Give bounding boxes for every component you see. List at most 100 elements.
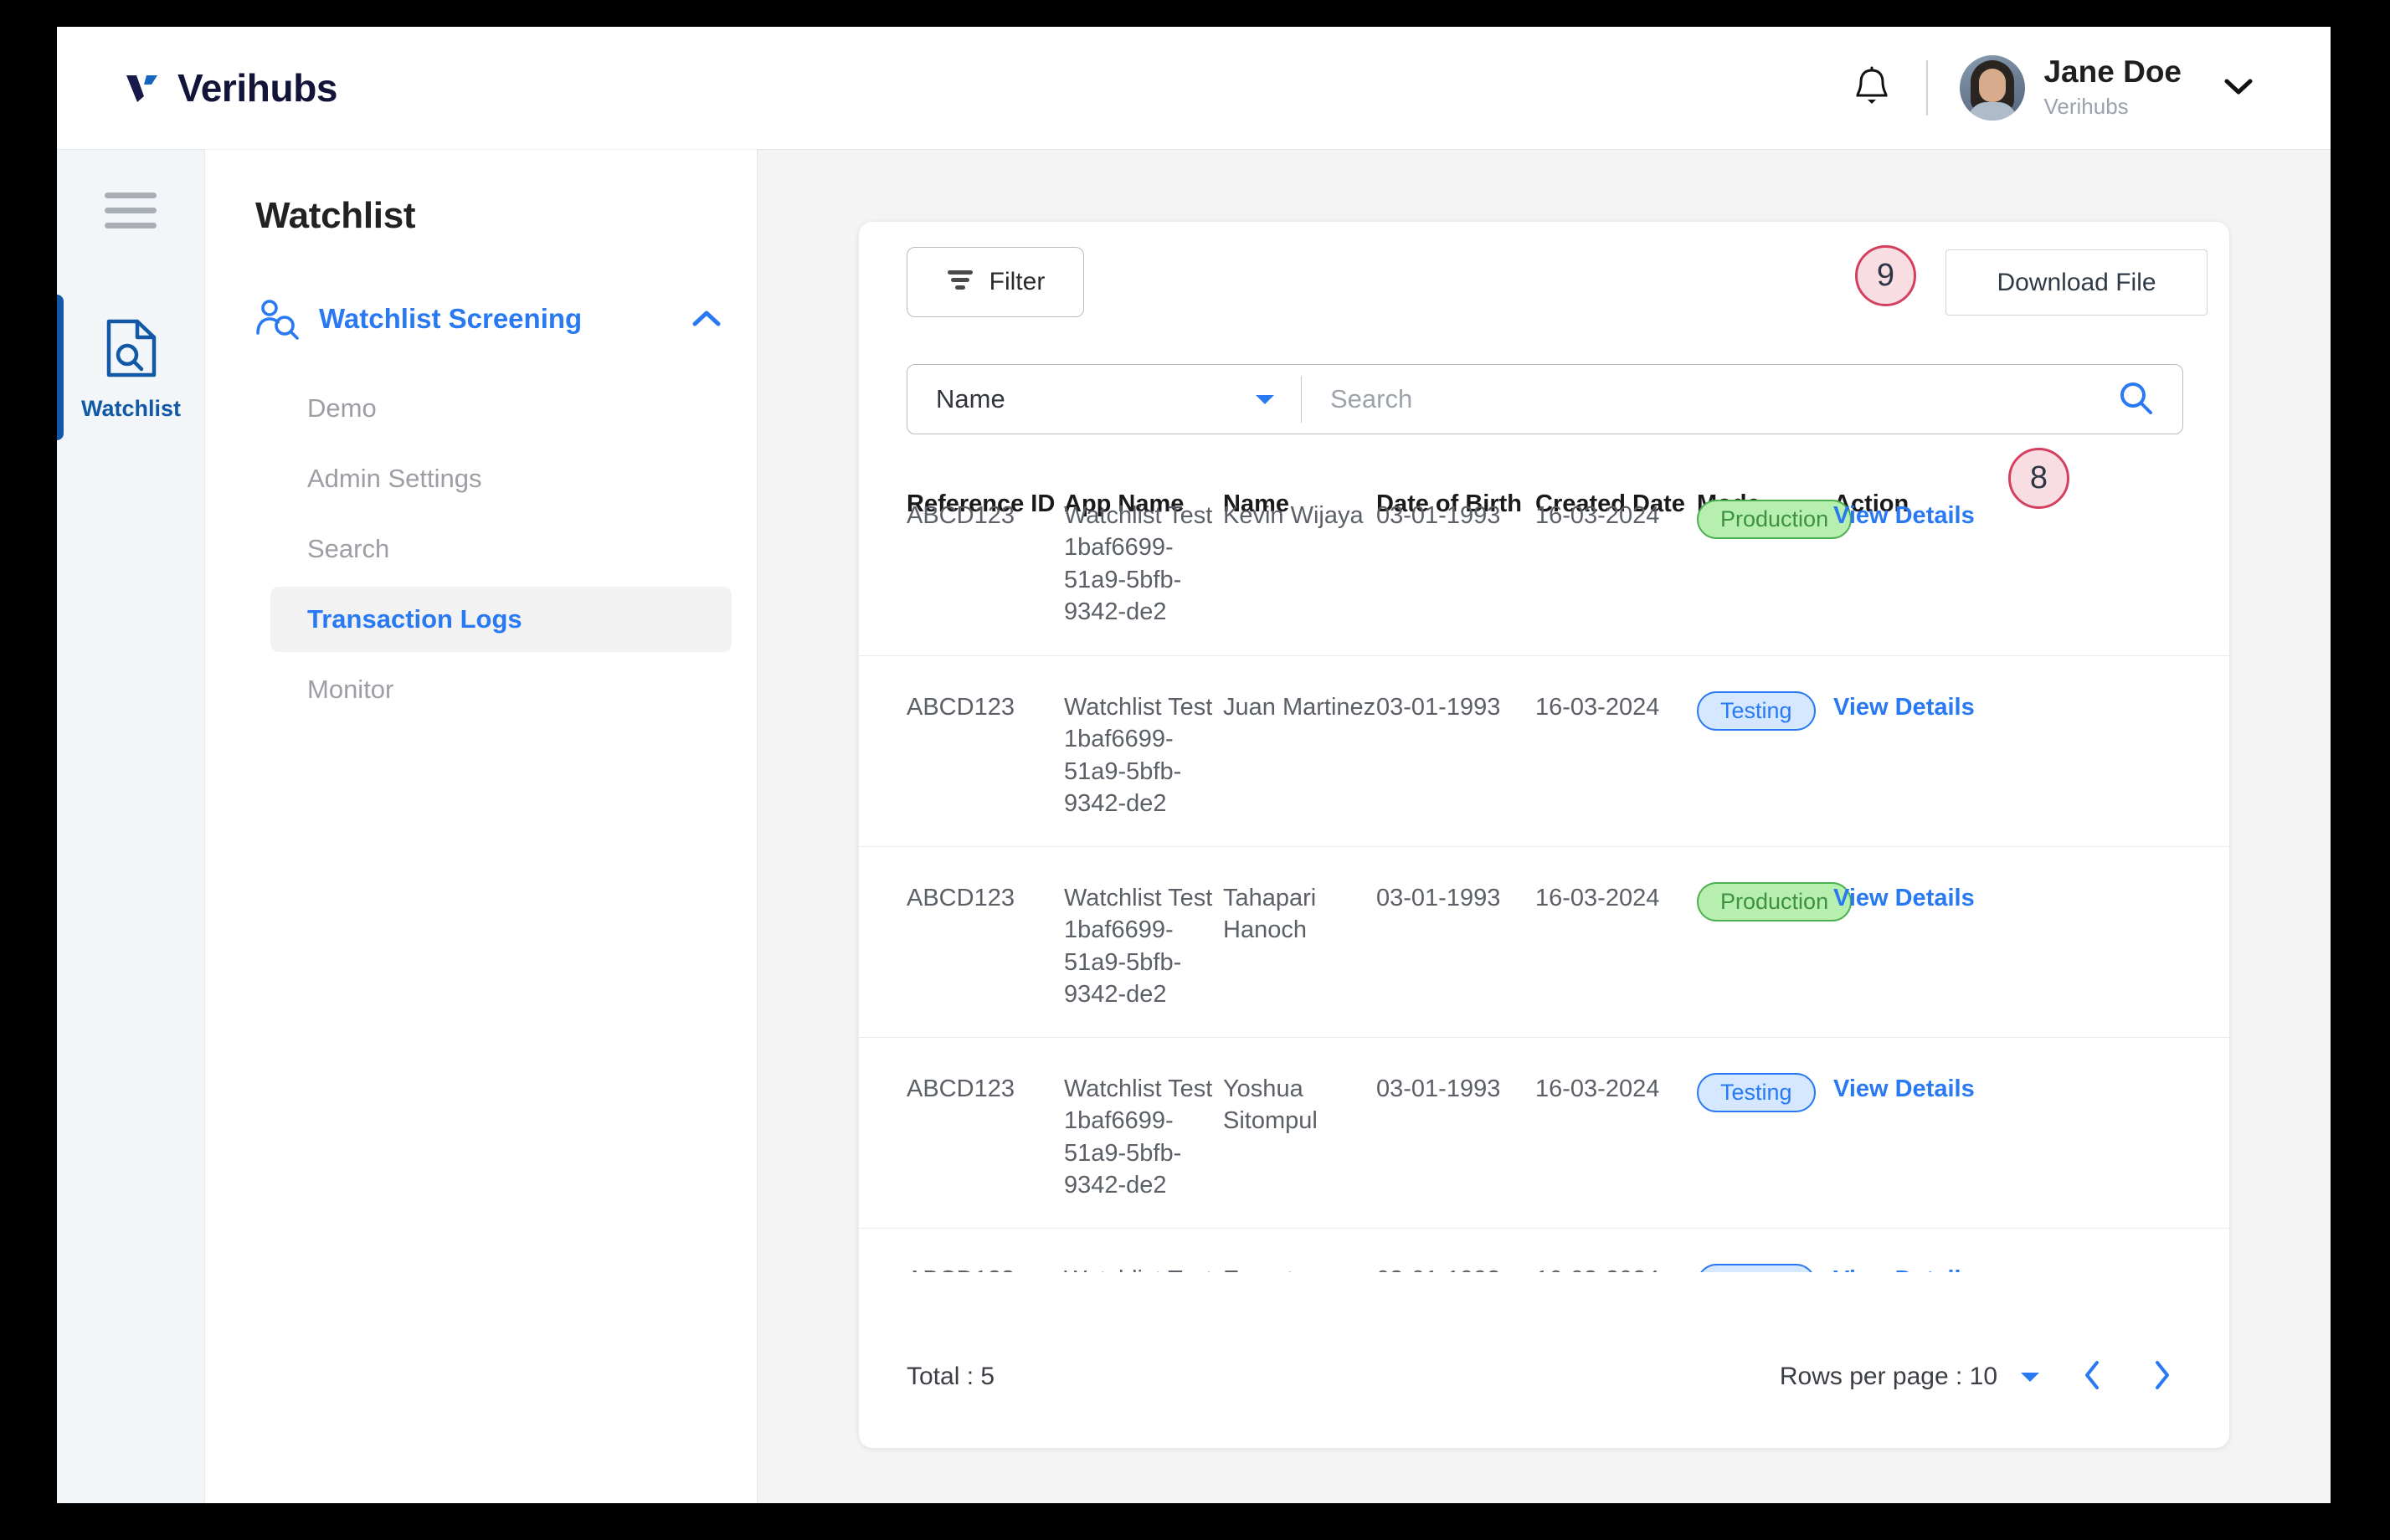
status-badge: Production (1697, 500, 1853, 539)
status-badge: Production (1697, 882, 1853, 921)
app-window: Verihubs Jane Doe Verihubs Watchlist Wat… (57, 27, 2331, 1503)
chevron-up-icon[interactable] (690, 308, 723, 330)
pagination: Rows per page : 10 (1780, 1358, 2182, 1396)
cell-app-name: Watchlist Test 1baf6699-51a9-5bfb-9342-d… (1064, 502, 1213, 625)
nav-item-demo[interactable]: Demo (270, 376, 732, 441)
cell-name: Kevin Wijaya (1223, 502, 1364, 529)
cell-reference-id: ABCD123 (907, 885, 1015, 911)
nav-item-label: Demo (307, 393, 377, 423)
search-input[interactable] (1302, 365, 2109, 434)
hamburger-icon-bar (105, 192, 157, 198)
search-field-select[interactable]: Name (907, 365, 1301, 434)
cell-date-of-birth: 03-01-1993 (1376, 1264, 1535, 1272)
hamburger-icon-bar (105, 223, 157, 228)
brand-logo[interactable]: Verihubs (124, 65, 337, 110)
cell-action: View Details (1833, 691, 2001, 723)
cell-created-date: 16-03-2024 (1535, 1075, 1660, 1102)
status-badge: Testing (1697, 1073, 1816, 1112)
user-search-icon (254, 295, 301, 342)
main-content: Filter 9 Download File Name Search 8 Ref… (758, 149, 2331, 1503)
download-file-button[interactable]: Download File (1945, 249, 2208, 316)
filter-button[interactable]: Filter (907, 247, 1084, 317)
cell-app-name: Watchlist Test 1baf6699-51a9-5bfb-9342-d… (1064, 885, 1213, 1008)
cell-action: View Details (1833, 1264, 2001, 1272)
previous-page-button[interactable] (2073, 1358, 2111, 1396)
cell-mode: Testing (1697, 1264, 1833, 1272)
cell-app-name: Watchlist Test 1baf6699-51a9-5bfb-9342-d… (1064, 694, 1213, 817)
rows-per-page-select[interactable] (2019, 1370, 2041, 1383)
nav-item-label: Transaction Logs (307, 604, 522, 634)
cell-date-of-birth: 03-01-1993 (1376, 1075, 1501, 1102)
verihubs-logo-icon (124, 69, 162, 107)
nav-sub-list: Demo Admin Settings Search Transaction L… (205, 376, 757, 722)
nav-item-label: Search (307, 534, 390, 563)
notifications-button[interactable] (1843, 59, 1901, 117)
cell-reference-id: ABCD123 (907, 1075, 1015, 1102)
bell-icon (1853, 65, 1891, 111)
cell-created-date: 16-03-2024 (1535, 694, 1660, 721)
user-meta: Jane Doe Verihubs (2043, 54, 2182, 121)
document-search-icon (104, 316, 159, 384)
annotation-badge-8: 8 (2008, 448, 2069, 509)
cell-action: View Details (1833, 882, 2001, 914)
search-icon (2117, 379, 2154, 420)
cell-reference-id: ABCD123 (907, 694, 1015, 721)
filter-icon (946, 266, 974, 298)
chevron-down-icon (2222, 75, 2255, 101)
cell-action: View Details (1833, 500, 2001, 531)
cell-date-of-birth: 03-01-1993 (1376, 694, 1501, 721)
cell-action: View Details (1833, 1073, 2001, 1105)
table-footer: Total : 5 Rows per page : 10 (859, 1306, 2229, 1448)
search-bar: Name (907, 364, 2183, 434)
table-body: ABCD123 Watchlist Test 1baf6699-51a9-5bf… (859, 465, 2229, 1272)
cell-name: Yoshua Sitompul (1223, 1075, 1318, 1135)
cell-date-of-birth: 03-01-1993 (1376, 502, 1501, 529)
cell-reference-id: ABCD123 (907, 1264, 1064, 1272)
table-row[interactable]: ABCD123 Watchlist Test 1baf6699-51a9-5bf… (859, 1228, 2229, 1272)
next-page-button[interactable] (2143, 1358, 2182, 1396)
nav-item-monitor[interactable]: Monitor (270, 657, 732, 722)
download-file-label: Download File (1997, 268, 2156, 296)
caret-down-icon (1254, 393, 1276, 406)
nav-item-admin-settings[interactable]: Admin Settings (270, 446, 732, 511)
cell-name: Ernest Prakasa (1223, 1264, 1376, 1272)
rows-per-page-label: Rows per page : 10 (1779, 1363, 1997, 1390)
annotation-badge-9: 9 (1855, 245, 1916, 306)
cell-reference-id: ABCD123 (907, 502, 1015, 529)
table-toolbar: Filter 9 Download File (859, 222, 2229, 322)
user-org: Verihubs (2043, 94, 2129, 120)
page-title: Watchlist (255, 195, 416, 236)
cell-mode: Testing (1697, 1073, 1833, 1112)
nav-item-transaction-logs[interactable]: Transaction Logs (270, 587, 732, 652)
view-details-link[interactable]: View Details (1833, 502, 1975, 529)
search-button[interactable] (2109, 379, 2182, 420)
view-details-link[interactable]: View Details (1833, 694, 1975, 721)
status-badge: Testing (1697, 691, 1816, 731)
nav-group-watchlist-screening[interactable]: Watchlist Screening (205, 295, 757, 342)
divider (1926, 60, 1929, 116)
top-bar: Verihubs Jane Doe Verihubs (57, 27, 2331, 149)
cell-created-date: 16-03-2024 (1535, 1264, 1697, 1272)
cell-app-name: Watchlist Test 1baf6699-51a9-5bfb-9342-d… (1064, 1075, 1213, 1199)
view-details-link[interactable]: View Details (1833, 1266, 1975, 1272)
cell-name: Tahapari Hanoch (1223, 885, 1317, 944)
menu-toggle-button[interactable] (105, 192, 157, 228)
hamburger-icon-bar (105, 208, 157, 213)
table-row[interactable]: ABCD123 Watchlist Test 1baf6699-51a9-5bf… (859, 1037, 2229, 1228)
user-menu-button[interactable] (2222, 75, 2255, 101)
view-details-link[interactable]: View Details (1833, 885, 1975, 911)
view-details-link[interactable]: View Details (1833, 1075, 1975, 1102)
top-bar-right: Jane Doe Verihubs (1843, 54, 2255, 121)
brand-name: Verihubs (177, 66, 338, 110)
nav-item-search[interactable]: Search (270, 516, 732, 582)
cell-created-date: 16-03-2024 (1535, 885, 1660, 911)
avatar[interactable] (1960, 55, 2026, 121)
sidebar-item-label: Watchlist (80, 396, 181, 421)
table-body-viewport: ABCD123 Watchlist Test 1baf6699-51a9-5bf… (859, 465, 2229, 1272)
table-row[interactable]: ABCD123 Watchlist Test 1baf6699-51a9-5bf… (859, 655, 2229, 846)
filter-label: Filter (989, 268, 1046, 295)
search-field-value: Name (936, 384, 1005, 413)
cell-mode: Production (1697, 500, 1853, 539)
sidebar-item-watchlist[interactable]: Watchlist (57, 295, 205, 440)
table-row[interactable]: ABCD123 Watchlist Test 1baf6699-51a9-5bf… (859, 846, 2229, 1037)
